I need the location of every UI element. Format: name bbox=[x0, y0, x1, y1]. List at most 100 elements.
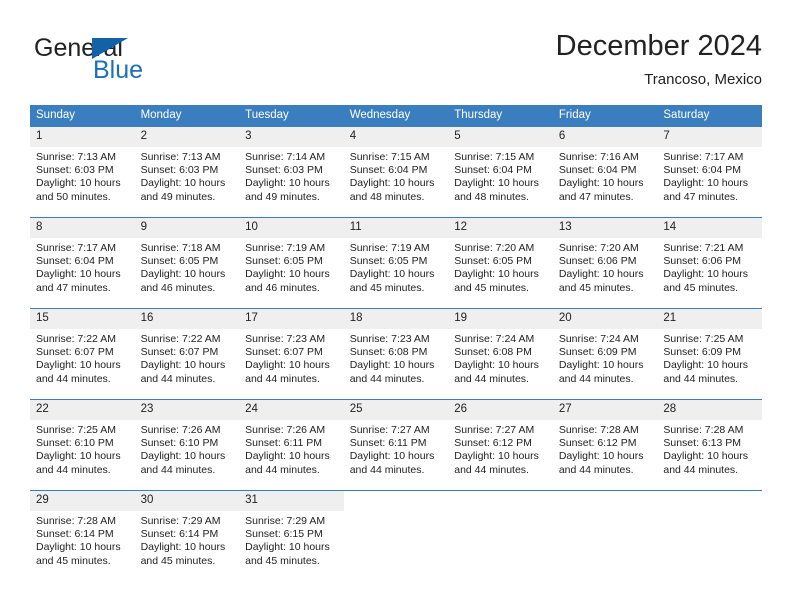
sunrise-text: Sunrise: 7:28 AM bbox=[36, 515, 116, 527]
calendar-day-cell[interactable]: 23 Sunrise: 7:26 AM Sunset: 6:10 PM Dayligh… bbox=[134, 399, 240, 491]
daylight-text-line1: Daylight: 10 hours bbox=[245, 268, 330, 281]
sunset-text: Sunset: 6:05 PM bbox=[245, 255, 323, 268]
day-number: 29 bbox=[30, 491, 135, 511]
daylight-text-line1: Daylight: 10 hours bbox=[349, 359, 435, 372]
calendar-day-cell[interactable]: 7 Sunrise: 7:17 AM Sunset: 6:04 PM Daylight… bbox=[657, 126, 762, 218]
sunrise-text: Sunrise: 7:29 AM bbox=[140, 515, 221, 527]
daylight-text-line2: and 44 minutes. bbox=[140, 463, 216, 476]
day-details: Sunrise: 7:25 AM Sunset: 6:09 PM Daylight:… bbox=[657, 329, 762, 386]
calendar-day-cell[interactable]: 16 Sunrise: 7:22 AM Sunset: 6:07 PM Dayligh… bbox=[134, 308, 240, 400]
weekday-header-thursday: Thursday bbox=[448, 105, 553, 127]
daylight-text-line2: and 46 minutes. bbox=[140, 281, 216, 294]
calendar-day-cell[interactable]: 15 Sunrise: 7:22 AM Sunset: 6:07 PM Dayligh… bbox=[30, 308, 135, 400]
calendar-day-cell[interactable]: 25 Sunrise: 7:27 AM Sunset: 6:11 PM Dayligh… bbox=[343, 399, 449, 491]
sunrise-text: Sunrise: 7:25 AM bbox=[36, 424, 116, 436]
day-details: Sunrise: 7:26 AM Sunset: 6:11 PM Daylight:… bbox=[239, 420, 344, 477]
calendar-day-cell[interactable]: 17 Sunrise: 7:23 AM Sunset: 6:07 PM Dayligh… bbox=[239, 308, 344, 400]
daylight-text-line1: Daylight: 10 hours bbox=[558, 268, 644, 281]
sunset-text: Sunset: 6:11 PM bbox=[245, 437, 322, 450]
weekday-header-friday: Friday bbox=[552, 105, 658, 127]
sunset-text: Sunset: 6:04 PM bbox=[558, 164, 637, 177]
daylight-text-line2: and 44 minutes. bbox=[245, 372, 320, 385]
sunset-text: Sunset: 6:14 PM bbox=[36, 528, 114, 541]
day-number: 17 bbox=[239, 309, 344, 329]
calendar-day-cell[interactable]: 12 Sunrise: 7:20 AM Sunset: 6:05 PM Dayligh… bbox=[448, 217, 553, 309]
day-number bbox=[553, 491, 658, 511]
calendar-day-cell[interactable]: 19 Sunrise: 7:24 AM Sunset: 6:08 PM Dayligh… bbox=[448, 308, 553, 400]
daylight-text-line2: and 49 minutes. bbox=[245, 190, 320, 203]
daylight-text-line1: Daylight: 10 hours bbox=[454, 359, 539, 372]
sunrise-text: Sunrise: 7:24 AM bbox=[558, 333, 639, 345]
calendar-day-cell[interactable]: 6 Sunrise: 7:16 AM Sunset: 6:04 PM Daylight… bbox=[552, 126, 658, 218]
sunrise-text: Sunrise: 7:23 AM bbox=[349, 333, 430, 345]
calendar-day-cell[interactable]: 9 Sunrise: 7:18 AM Sunset: 6:05 PM Daylight… bbox=[134, 217, 240, 309]
sunrise-text: Sunrise: 7:20 AM bbox=[558, 242, 639, 254]
calendar-day-cell[interactable]: 13 Sunrise: 7:20 AM Sunset: 6:06 PM Dayligh… bbox=[552, 217, 658, 309]
calendar-day-cell-empty bbox=[552, 490, 658, 581]
calendar-day-cell[interactable]: 8 Sunrise: 7:17 AM Sunset: 6:04 PM Daylight… bbox=[30, 217, 135, 309]
calendar-day-cell[interactable]: 3 Sunrise: 7:14 AM Sunset: 6:03 PM Daylight… bbox=[239, 126, 344, 218]
calendar-day-cell[interactable]: 24 Sunrise: 7:26 AM Sunset: 6:11 PM Dayligh… bbox=[239, 399, 344, 491]
calendar-day-cell[interactable]: 28 Sunrise: 7:28 AM Sunset: 6:13 PM Dayligh… bbox=[657, 399, 762, 491]
calendar-day-cell[interactable]: 26 Sunrise: 7:27 AM Sunset: 6:12 PM Dayligh… bbox=[448, 399, 553, 491]
sunset-text: Sunset: 6:03 PM bbox=[245, 164, 323, 177]
day-details: Sunrise: 7:29 AM Sunset: 6:14 PM Daylight:… bbox=[135, 511, 240, 568]
sunrise-text: Sunrise: 7:16 AM bbox=[558, 151, 639, 163]
calendar-day-cell[interactable]: 4 Sunrise: 7:15 AM Sunset: 6:04 PM Daylight… bbox=[343, 126, 449, 218]
day-details: Sunrise: 7:25 AM Sunset: 6:10 PM Daylight:… bbox=[30, 420, 135, 477]
daylight-text-line1: Daylight: 10 hours bbox=[245, 177, 330, 190]
calendar-day-cell[interactable]: 31 Sunrise: 7:29 AM Sunset: 6:15 PM Dayligh… bbox=[239, 490, 344, 581]
day-details: Sunrise: 7:14 AM Sunset: 6:03 PM Daylight:… bbox=[239, 147, 344, 204]
daylight-text-line1: Daylight: 10 hours bbox=[454, 268, 539, 281]
sunrise-text: Sunrise: 7:17 AM bbox=[36, 242, 116, 254]
day-details: Sunrise: 7:16 AM Sunset: 6:04 PM Daylight:… bbox=[553, 147, 658, 204]
weekday-header-wednesday: Wednesday bbox=[343, 105, 449, 127]
calendar-day-cell[interactable]: 18 Sunrise: 7:23 AM Sunset: 6:08 PM Dayligh… bbox=[343, 308, 449, 400]
calendar-day-cell[interactable]: 30 Sunrise: 7:29 AM Sunset: 6:14 PM Dayligh… bbox=[134, 490, 240, 581]
daylight-text-line2: and 46 minutes. bbox=[245, 281, 320, 294]
calendar-body: 1 Sunrise: 7:13 AM Sunset: 6:03 PM Daylight… bbox=[30, 126, 762, 581]
day-details: Sunrise: 7:22 AM Sunset: 6:07 PM Daylight:… bbox=[30, 329, 135, 386]
day-number bbox=[344, 491, 449, 511]
sunrise-text: Sunrise: 7:27 AM bbox=[454, 424, 535, 436]
calendar-day-cell[interactable]: 27 Sunrise: 7:28 AM Sunset: 6:12 PM Dayligh… bbox=[552, 399, 658, 491]
sunrise-text: Sunrise: 7:15 AM bbox=[454, 151, 535, 163]
day-number bbox=[448, 491, 553, 511]
sunset-text: Sunset: 6:03 PM bbox=[140, 164, 219, 177]
calendar-page: General Blue December 2024 Trancoso, Mex… bbox=[0, 0, 792, 612]
calendar-day-cell[interactable]: 21 Sunrise: 7:25 AM Sunset: 6:09 PM Dayligh… bbox=[657, 308, 762, 400]
calendar-day-cell[interactable]: 29 Sunrise: 7:28 AM Sunset: 6:14 PM Dayligh… bbox=[30, 490, 135, 581]
day-number: 25 bbox=[343, 400, 449, 420]
calendar-day-cell[interactable]: 1 Sunrise: 7:13 AM Sunset: 6:03 PM Daylight… bbox=[30, 126, 135, 218]
daylight-text-line1: Daylight: 10 hours bbox=[349, 268, 435, 281]
page-title: December 2024 bbox=[555, 30, 762, 62]
calendar-day-cell[interactable]: 20 Sunrise: 7:24 AM Sunset: 6:09 PM Dayligh… bbox=[552, 308, 658, 400]
calendar-day-cell[interactable]: 2 Sunrise: 7:13 AM Sunset: 6:03 PM Daylight… bbox=[134, 126, 240, 218]
calendar-day-cell[interactable]: 5 Sunrise: 7:15 AM Sunset: 6:04 PM Daylight… bbox=[448, 126, 553, 218]
daylight-text-line1: Daylight: 10 hours bbox=[140, 268, 226, 281]
daylight-text-line2: and 44 minutes. bbox=[454, 372, 529, 385]
page-subtitle: Trancoso, Mexico bbox=[644, 71, 762, 88]
day-number: 31 bbox=[239, 491, 344, 511]
day-details: Sunrise: 7:22 AM Sunset: 6:07 PM Daylight:… bbox=[135, 329, 240, 386]
day-number: 23 bbox=[134, 400, 240, 420]
day-number: 8 bbox=[30, 218, 135, 238]
daylight-text-line1: Daylight: 10 hours bbox=[454, 450, 539, 463]
day-number: 18 bbox=[343, 309, 449, 329]
brand-logo[interactable]: General Blue bbox=[34, 34, 254, 90]
calendar-day-cell[interactable]: 11 Sunrise: 7:19 AM Sunset: 6:05 PM Dayligh… bbox=[343, 217, 449, 309]
daylight-text-line1: Daylight: 10 hours bbox=[140, 541, 226, 554]
calendar-day-cell[interactable]: 10 Sunrise: 7:19 AM Sunset: 6:05 PM Dayligh… bbox=[239, 217, 344, 309]
sunrise-text: Sunrise: 7:15 AM bbox=[349, 151, 430, 163]
sunrise-text: Sunrise: 7:28 AM bbox=[558, 424, 639, 436]
calendar-day-cell[interactable]: 22 Sunrise: 7:25 AM Sunset: 6:10 PM Dayligh… bbox=[30, 399, 135, 491]
day-details: Sunrise: 7:24 AM Sunset: 6:08 PM Daylight:… bbox=[448, 329, 553, 386]
day-details: Sunrise: 7:28 AM Sunset: 6:14 PM Daylight:… bbox=[30, 511, 135, 568]
day-details: Sunrise: 7:13 AM Sunset: 6:03 PM Daylight:… bbox=[135, 147, 240, 204]
day-number: 12 bbox=[448, 218, 553, 238]
daylight-text-line2: and 44 minutes. bbox=[349, 463, 425, 476]
daylight-text-line2: and 49 minutes. bbox=[140, 190, 216, 203]
sunset-text: Sunset: 6:04 PM bbox=[454, 164, 532, 177]
calendar-day-cell[interactable]: 14 Sunrise: 7:21 AM Sunset: 6:06 PM Dayligh… bbox=[657, 217, 762, 309]
daylight-text-line1: Daylight: 10 hours bbox=[663, 450, 749, 463]
